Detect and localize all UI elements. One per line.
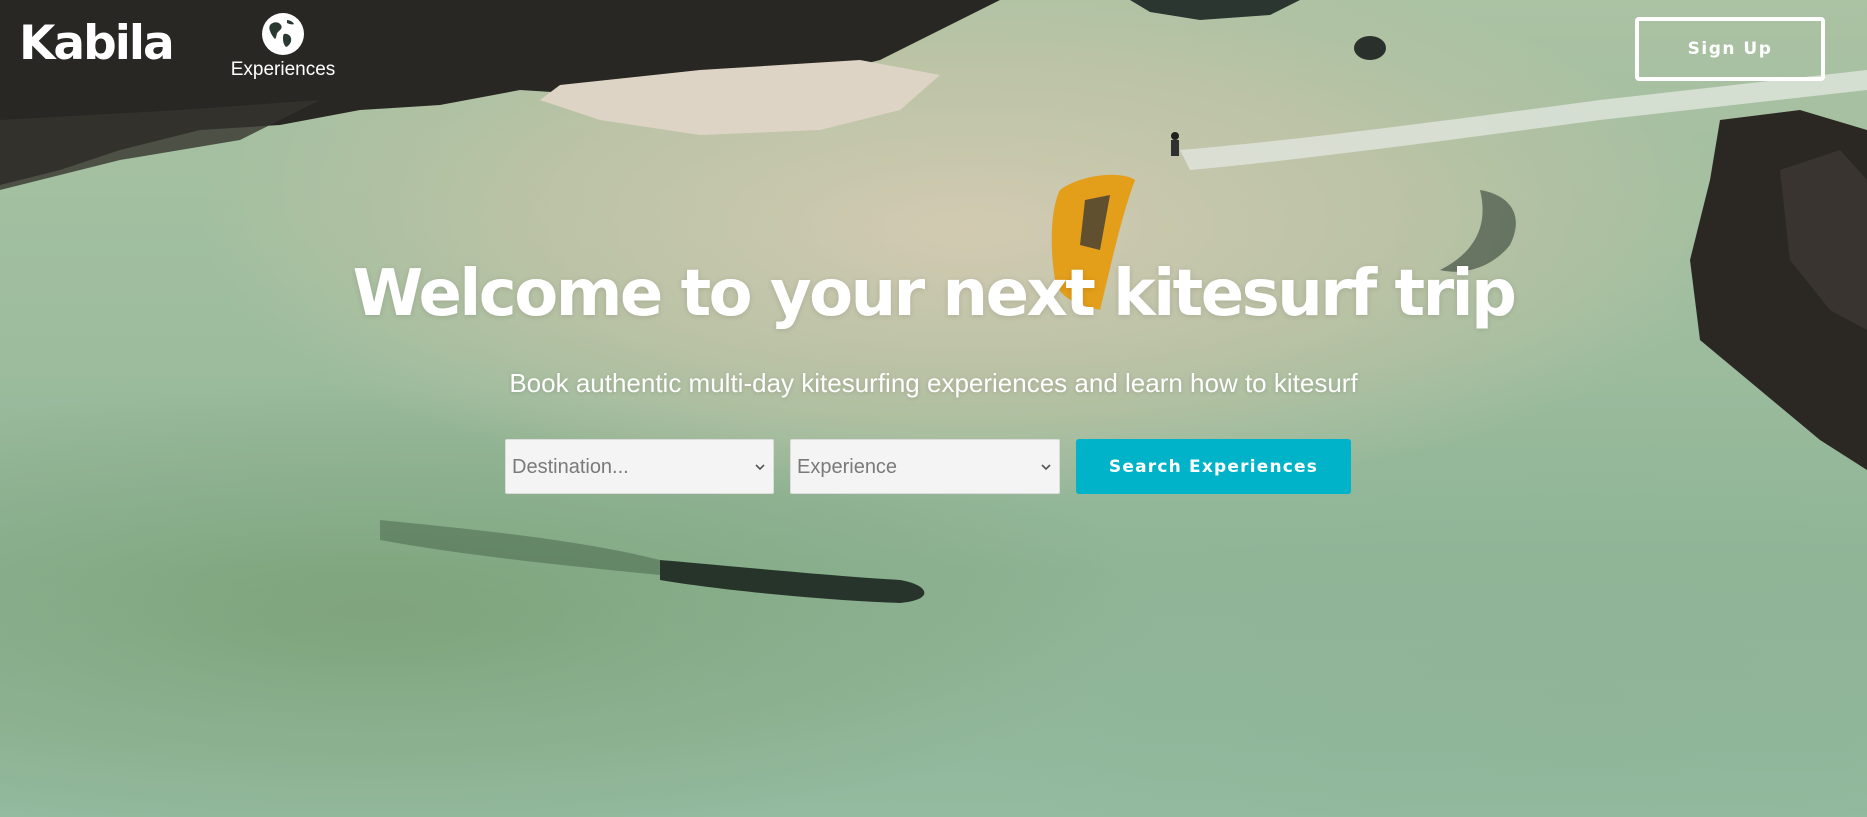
- destination-select[interactable]: Destination...: [505, 439, 774, 494]
- hero-overlay: [0, 0, 1867, 817]
- globe-icon: [262, 13, 304, 55]
- experience-select[interactable]: Experience: [790, 439, 1060, 494]
- hero-headline: Welcome to your next kitesurf trip: [352, 257, 1517, 331]
- search-experiences-button[interactable]: Search Experiences: [1076, 439, 1351, 494]
- chevron-down-icon: [755, 464, 765, 471]
- hero-subheadline: Book authentic multi-day kitesurfing exp…: [509, 368, 1358, 398]
- destination-select-value: Destination...: [512, 456, 629, 478]
- nav-experiences-label: Experiences: [230, 59, 336, 80]
- logo[interactable]: Kabila: [19, 20, 175, 67]
- chevron-down-icon: [1041, 464, 1051, 471]
- sign-up-button[interactable]: Sign Up: [1635, 17, 1825, 81]
- nav-experiences-link[interactable]: Experiences: [228, 12, 338, 80]
- hero-background-image: [0, 0, 1867, 817]
- experience-select-value: Experience: [797, 456, 898, 478]
